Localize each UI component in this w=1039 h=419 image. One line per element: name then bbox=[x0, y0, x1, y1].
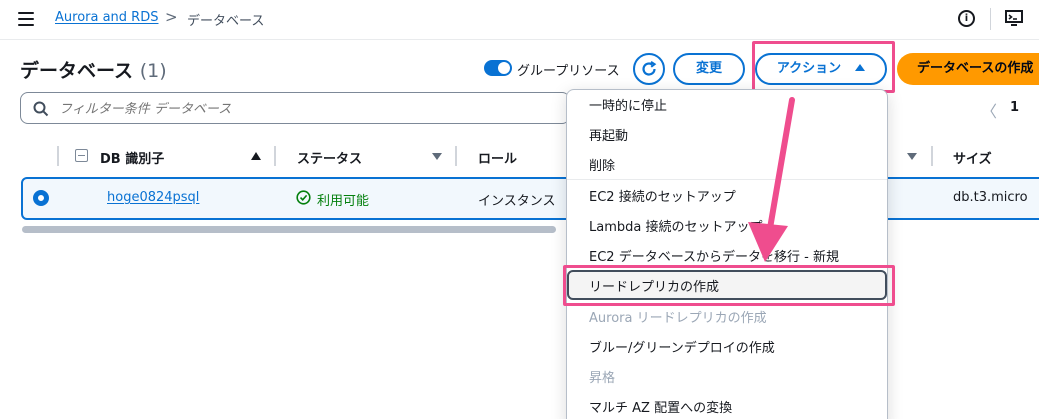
pager-prev-icon[interactable]: 〈 bbox=[981, 98, 997, 122]
sort-ascending-icon[interactable] bbox=[251, 152, 261, 160]
top-bar: Aurora and RDS > データベース i bbox=[0, 0, 1039, 40]
search-icon bbox=[33, 101, 49, 117]
create-database-button[interactable]: データベースの作成 bbox=[897, 53, 1039, 85]
select-all-checkbox[interactable] bbox=[75, 149, 88, 162]
cloudshell-icon[interactable] bbox=[1005, 10, 1023, 26]
column-header-db-id[interactable]: DB 識別子 bbox=[100, 148, 164, 167]
menu-item-promote: 昇格 bbox=[589, 371, 616, 386]
column-separator bbox=[455, 146, 457, 166]
column-header-size[interactable]: サイズ bbox=[953, 148, 992, 167]
role-cell: インスタンス bbox=[478, 194, 556, 209]
modify-button[interactable]: 変更 bbox=[673, 53, 745, 85]
page-title: データベース (1) bbox=[20, 56, 167, 83]
menu-item-convert-multi-az[interactable]: マルチ AZ 配置への変換 bbox=[589, 397, 732, 416]
menu-item-ec2-connection[interactable]: EC2 接続のセットアップ bbox=[589, 186, 736, 205]
actions-dropdown-menu: 一時的に停止 再起動 削除 EC2 接続のセットアップ Lambda 接続のセッ… bbox=[566, 89, 888, 419]
size-cell: db.t3.micro bbox=[953, 190, 1028, 205]
filter-input[interactable] bbox=[59, 99, 559, 119]
horizontal-scrollbar[interactable] bbox=[22, 226, 556, 233]
menu-item-reboot[interactable]: 再起動 bbox=[589, 125, 628, 144]
breadcrumb-separator: > bbox=[165, 8, 178, 26]
sort-icon[interactable] bbox=[907, 153, 917, 160]
resource-count: (1) bbox=[139, 60, 167, 82]
annotation-arrow bbox=[748, 97, 795, 262]
filter-box bbox=[20, 92, 570, 124]
menu-item-delete[interactable]: 削除 bbox=[589, 155, 615, 174]
menu-item-lambda-connection[interactable]: Lambda 接続のセットアップ bbox=[589, 216, 762, 235]
refresh-button[interactable] bbox=[633, 53, 665, 85]
menu-item-stop-temporarily[interactable]: 一時的に停止 bbox=[589, 95, 667, 114]
menu-item-create-aurora-replica: Aurora リードレプリカの作成 bbox=[589, 311, 767, 326]
column-header-status[interactable]: ステータス bbox=[297, 148, 362, 167]
group-resources-toggle[interactable] bbox=[484, 60, 512, 76]
column-separator bbox=[57, 146, 59, 166]
column-separator bbox=[274, 146, 276, 166]
annotation-highlight-read-replica bbox=[563, 265, 895, 306]
page-title-text: データベース bbox=[20, 60, 134, 82]
menu-item-blue-green[interactable]: ブルー/グリーンデプロイの作成 bbox=[589, 337, 775, 356]
annotation-highlight-actions bbox=[752, 41, 895, 93]
refresh-icon bbox=[642, 60, 657, 76]
divider bbox=[990, 8, 991, 30]
breadcrumb-current: データベース bbox=[187, 14, 265, 29]
menu-divider bbox=[567, 179, 887, 180]
group-resources-label: グループリソース bbox=[517, 64, 620, 79]
check-circle-icon bbox=[296, 190, 311, 205]
breadcrumb-link[interactable]: Aurora and RDS bbox=[55, 10, 158, 25]
pager-page[interactable]: 1 bbox=[1010, 100, 1019, 115]
db-identifier-link[interactable]: hoge0824psql bbox=[107, 190, 199, 205]
status-badge: 利用可能 bbox=[317, 194, 370, 209]
column-header-role[interactable]: ロール bbox=[478, 148, 517, 167]
column-separator bbox=[931, 146, 933, 166]
menu-icon[interactable] bbox=[18, 12, 34, 26]
row-radio[interactable] bbox=[33, 190, 49, 206]
sort-icon[interactable] bbox=[432, 153, 442, 160]
info-icon[interactable]: i bbox=[958, 10, 975, 27]
